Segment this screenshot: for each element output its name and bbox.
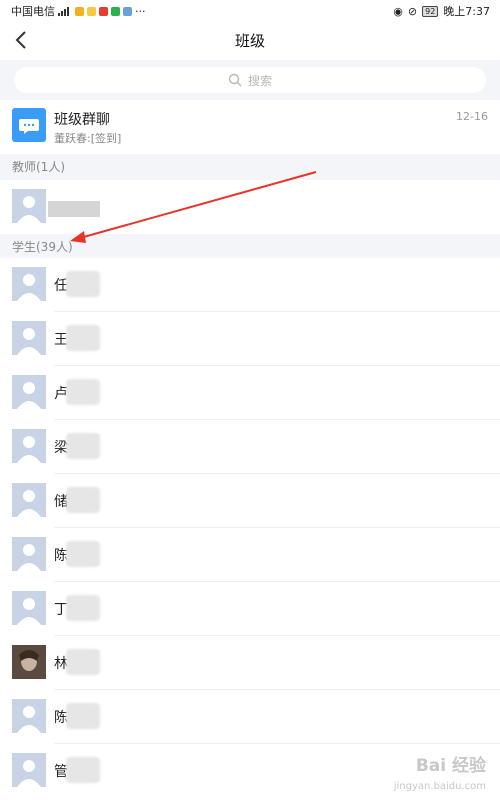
group-chat-time: 12-16	[456, 110, 488, 123]
battery-icon: 92	[422, 5, 439, 17]
page-title: 班级	[234, 32, 265, 50]
search-bar: 搜索	[0, 60, 500, 100]
redacted-name	[66, 649, 100, 675]
redacted-name	[66, 433, 100, 459]
redacted-name	[66, 757, 100, 783]
search-icon	[228, 73, 242, 87]
avatar	[12, 699, 46, 733]
signal-icon	[58, 6, 72, 16]
avatar	[12, 537, 46, 571]
avatar	[12, 267, 46, 301]
student-row[interactable]: 陈	[0, 528, 500, 582]
avatar	[12, 483, 46, 517]
app-notification-icon	[99, 6, 108, 16]
avatar	[12, 321, 46, 355]
redacted-name	[48, 201, 100, 217]
avatar	[12, 189, 46, 223]
group-chat-name: 班级群聊	[54, 112, 110, 128]
redacted-name	[66, 541, 100, 567]
mute-icon: ⊘	[407, 4, 418, 18]
teacher-section-header: 教师(1人)	[0, 154, 500, 180]
carrier-label: 中国电信	[11, 5, 55, 18]
app-notification-icon	[123, 6, 132, 16]
clock-label: 晚上7:37	[443, 5, 490, 18]
avatar	[12, 753, 46, 787]
app-notification-icon	[75, 6, 84, 16]
group-chat-item[interactable]: 班级群聊 董跃春:[签到] 12-16	[0, 100, 500, 154]
avatar	[12, 429, 46, 463]
teacher-row[interactable]	[0, 180, 500, 234]
redacted-name	[66, 325, 100, 351]
group-chat-last-message: 董跃春:[签到]	[54, 132, 122, 145]
redacted-name	[66, 271, 100, 297]
student-row[interactable]: 王	[0, 312, 500, 366]
student-section-header: 学生(39人)	[0, 234, 500, 260]
avatar	[12, 591, 46, 625]
student-row[interactable]: 梁	[0, 420, 500, 474]
student-row[interactable]: 储	[0, 474, 500, 528]
nav-bar: 班级	[0, 20, 500, 60]
avatar	[12, 375, 46, 409]
student-row[interactable]: 任	[0, 258, 500, 312]
redacted-name	[66, 703, 100, 729]
watermark-url: jingyan.baidu.com	[393, 781, 486, 792]
avatar	[12, 645, 46, 679]
search-input[interactable]: 搜索	[14, 67, 486, 93]
watermark-logo: Bai 经验	[415, 756, 486, 776]
student-row[interactable]: 卢	[0, 366, 500, 420]
redacted-name	[66, 595, 100, 621]
redacted-name	[66, 487, 100, 513]
app-notification-icon	[111, 6, 120, 16]
app-notification-icon	[87, 6, 96, 16]
student-row[interactable]: 林	[0, 636, 500, 690]
student-row[interactable]: 陈	[0, 690, 500, 744]
redacted-name	[66, 379, 100, 405]
more-notifications-icon: ···	[135, 4, 146, 18]
status-bar: 中国电信 ··· ◉ ⊘ 92 晚上7:37	[0, 0, 500, 20]
eye-icon: ◉	[393, 4, 403, 18]
search-placeholder: 搜索	[247, 73, 272, 88]
student-row[interactable]: 丁	[0, 582, 500, 636]
chat-bubble-icon	[12, 108, 46, 142]
